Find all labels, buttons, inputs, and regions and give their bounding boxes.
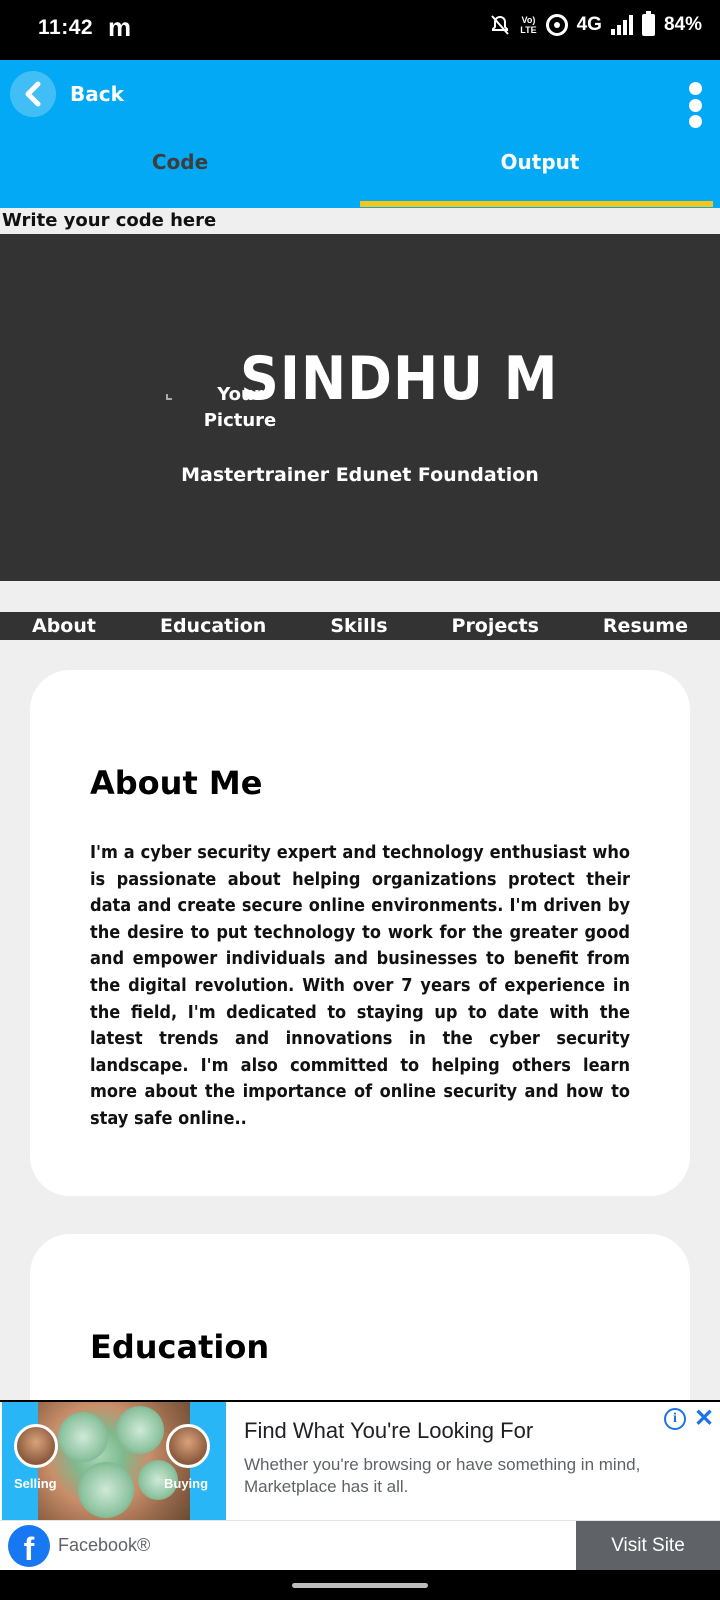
tab-code[interactable]: Code xyxy=(0,142,360,208)
tab-bar: Code Output xyxy=(0,142,720,208)
chevron-left-icon xyxy=(10,71,56,117)
visit-site-button[interactable]: Visit Site xyxy=(576,1521,720,1571)
about-title: About Me xyxy=(90,764,263,802)
output-webview[interactable]: Write your code here Your Picture SINDHU… xyxy=(0,208,720,1400)
hero-subtitle: Mastertrainer Edunet Foundation xyxy=(181,464,539,486)
status-icons: Vo) LTE 4G 84% xyxy=(489,11,702,36)
section-nav: About Education Skills Projects Resume xyxy=(0,612,720,640)
broken-image-icon xyxy=(166,394,172,400)
notification-icon: m xyxy=(108,12,132,42)
hero-header: Your Picture SINDHU M Mastertrainer Edun… xyxy=(0,234,720,581)
succulents-image xyxy=(38,1402,190,1520)
hotspot-icon xyxy=(545,14,568,36)
ad-description: Whether you're browsing or have somethin… xyxy=(244,1455,641,1496)
ad-close-icon[interactable]: ✕ xyxy=(694,1404,714,1433)
buyer-avatar xyxy=(166,1424,210,1468)
status-bar: 11:42 m Vo) LTE 4G 84% xyxy=(0,0,720,60)
about-text: I'm a cyber security expert and technolo… xyxy=(90,842,630,1129)
app-bar: Back Code Output xyxy=(0,60,720,208)
hero-name: SINDHU M xyxy=(240,344,559,414)
home-gesture-handle[interactable] xyxy=(292,1583,428,1588)
ad-info-icon[interactable]: i xyxy=(664,1408,686,1430)
volte-icon: Vo) LTE xyxy=(520,15,537,35)
facebook-logo-icon: f xyxy=(8,1525,50,1567)
back-button[interactable]: Back xyxy=(10,70,124,118)
ad-title[interactable]: Find What You're Looking For xyxy=(244,1418,533,1444)
seller-avatar xyxy=(14,1424,58,1468)
ad-tag-buying: Buying xyxy=(164,1476,209,1491)
tab-output[interactable]: Output xyxy=(360,142,720,208)
ad-image[interactable]: Selling Buying xyxy=(2,1402,226,1520)
back-label: Back xyxy=(70,82,124,106)
nav-link-education[interactable]: Education xyxy=(160,615,266,637)
active-tab-indicator xyxy=(360,201,713,207)
battery-icon xyxy=(641,11,655,36)
network-type: 4G xyxy=(576,14,602,35)
education-title: Education xyxy=(90,1328,270,1366)
mute-notifications-icon xyxy=(489,14,511,36)
write-code-label: Write your code here xyxy=(0,208,720,234)
nav-link-resume[interactable]: Resume xyxy=(603,615,688,637)
nav-link-about[interactable]: About xyxy=(32,615,96,637)
ad-footer: f Facebook® Visit Site xyxy=(0,1520,720,1571)
more-options-icon[interactable] xyxy=(688,82,702,128)
signal-icon xyxy=(610,15,633,35)
about-card: About Me I'm a cyber security expert and… xyxy=(30,670,690,1196)
ad-brand: Facebook® xyxy=(58,1535,151,1555)
status-time: 11:42 xyxy=(38,16,94,39)
battery-percent: 84% xyxy=(663,14,702,35)
ad-banner[interactable]: Selling Buying Find What You're Looking … xyxy=(0,1402,720,1571)
nav-link-projects[interactable]: Projects xyxy=(452,615,539,637)
ad-tag-selling: Selling xyxy=(14,1476,57,1491)
navigation-bar xyxy=(0,1570,720,1600)
nav-link-skills[interactable]: Skills xyxy=(330,615,387,637)
education-card: Education xyxy=(30,1234,690,1400)
